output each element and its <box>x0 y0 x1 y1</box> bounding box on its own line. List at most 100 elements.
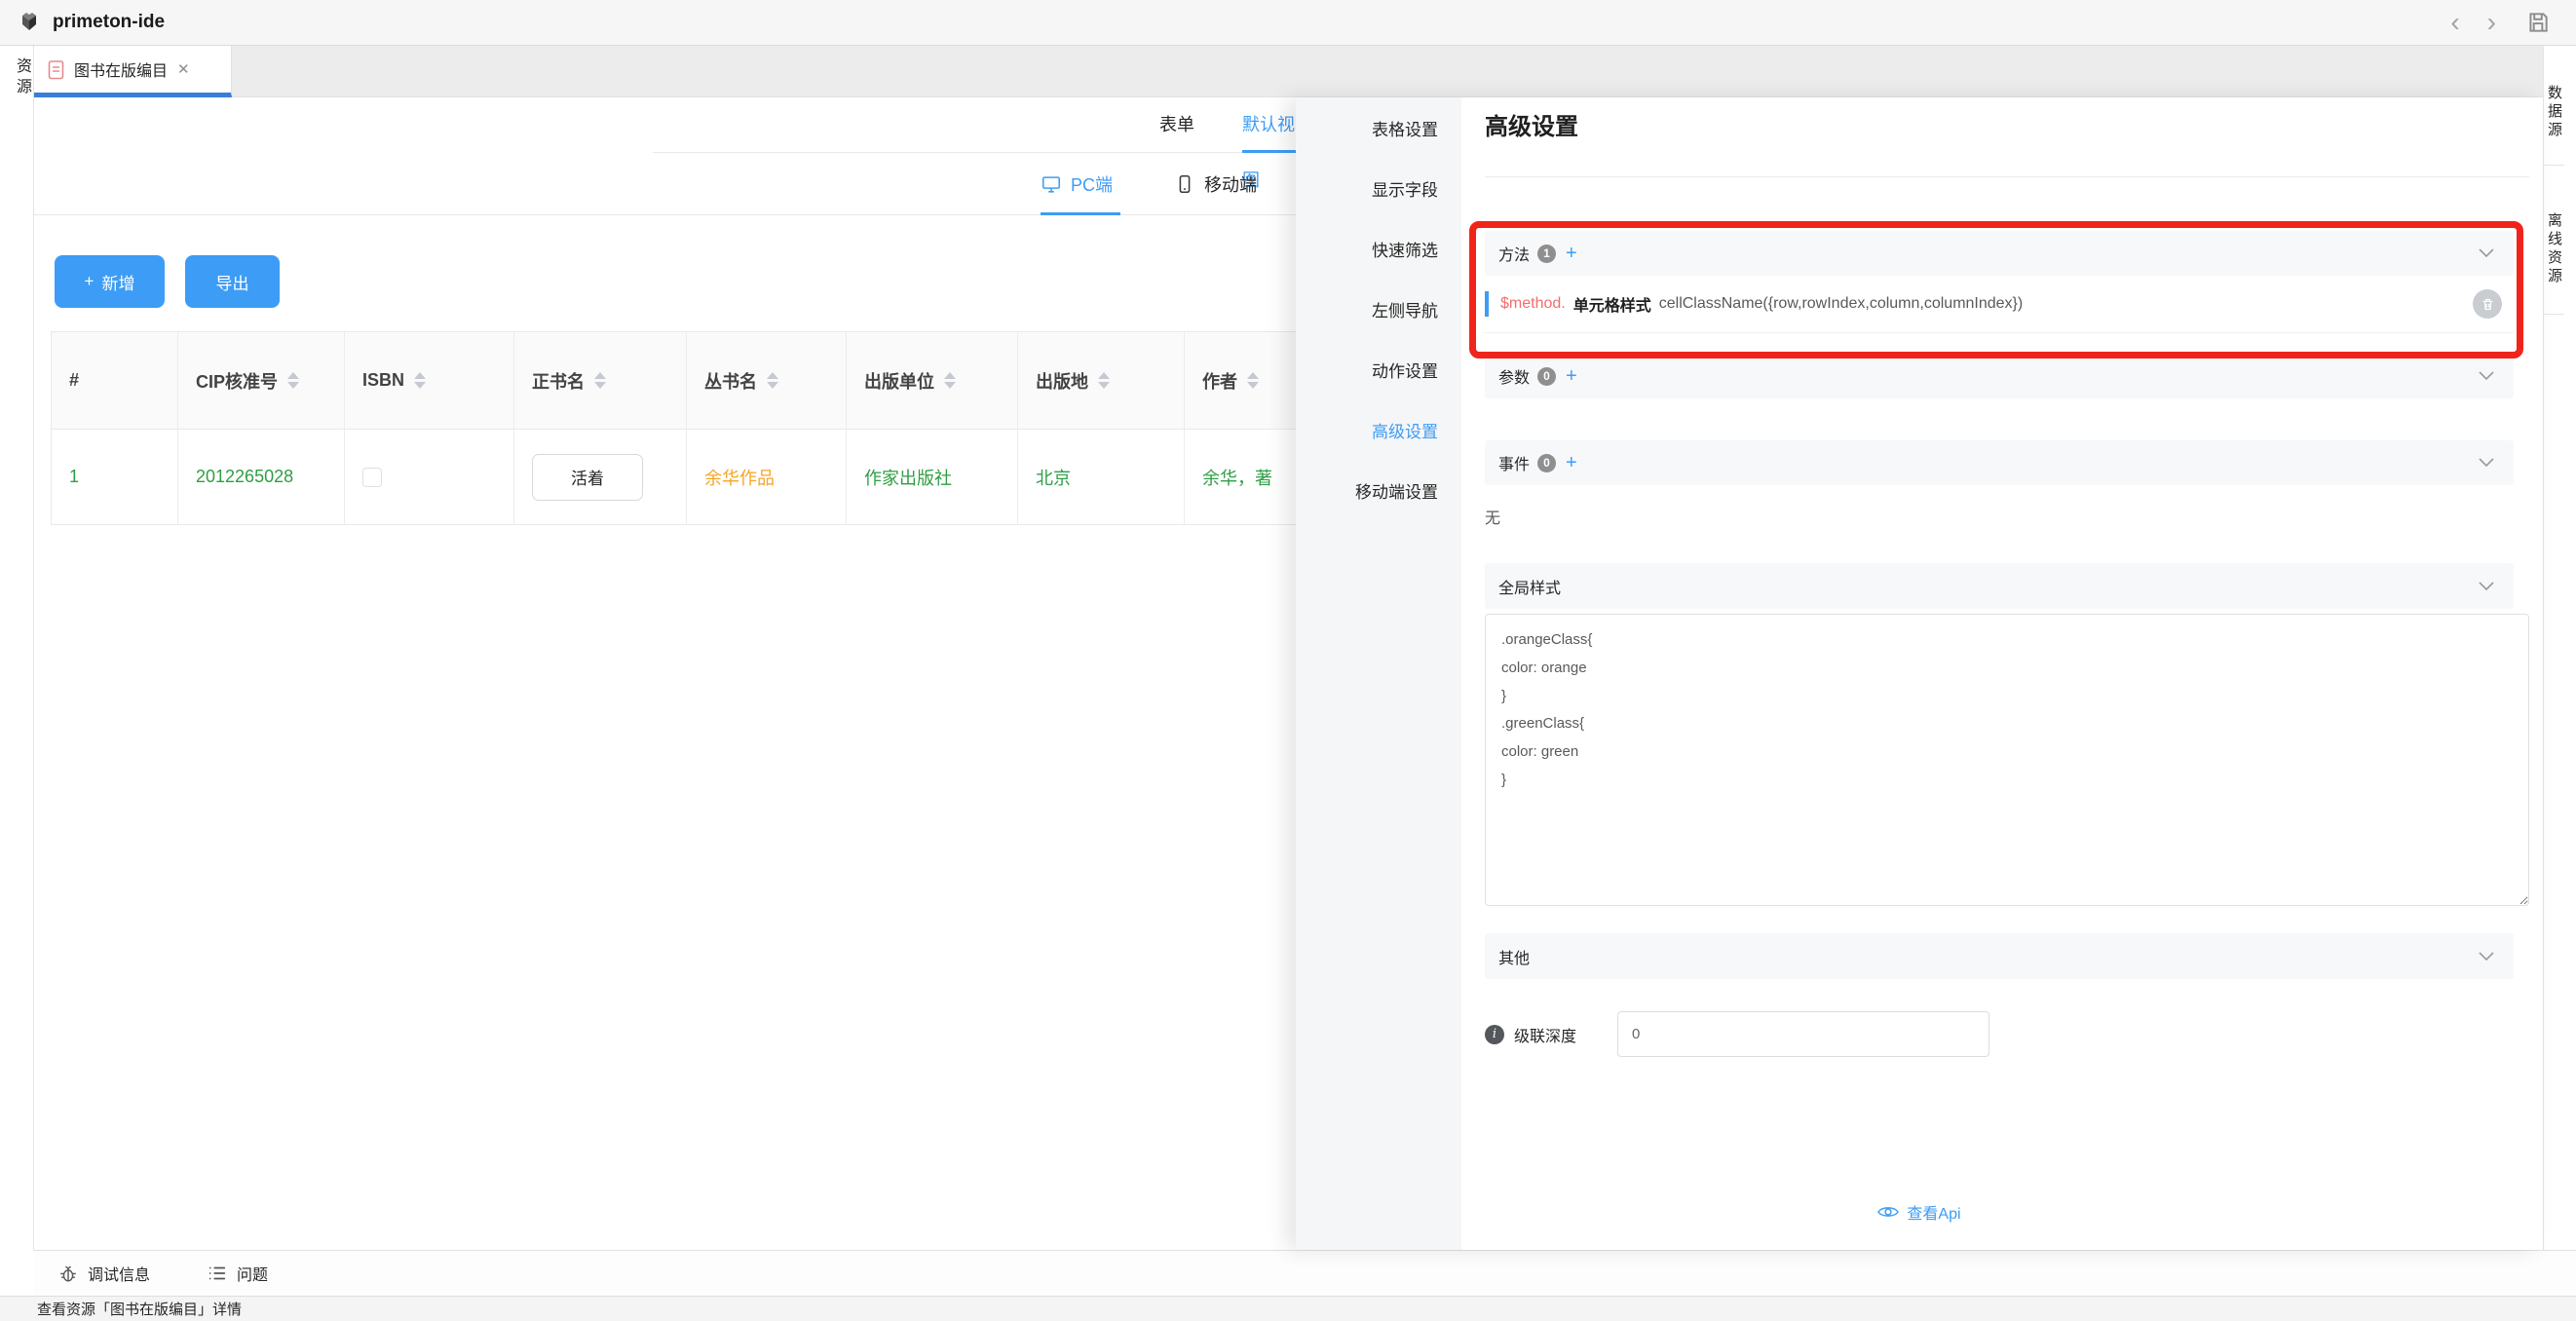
app-title: primeton-ide <box>53 12 165 33</box>
tab-title: 图书在版编目 <box>74 57 168 81</box>
app-logo-icon <box>16 9 43 36</box>
tab-form[interactable]: 表单 <box>1159 97 1194 153</box>
close-icon[interactable]: ✕ <box>177 60 190 78</box>
section-events[interactable]: 事件 0 + <box>1485 440 2514 485</box>
nav-item-table-settings[interactable]: 表格设置 <box>1296 97 1461 158</box>
column-header-isbn[interactable]: ISBN <box>345 332 514 429</box>
column-header-series[interactable]: 丛书名 <box>687 332 847 429</box>
nav-item-mobile-settings[interactable]: 移动端设置 <box>1296 460 1461 520</box>
column-header-publisher[interactable]: 出版单位 <box>847 332 1018 429</box>
page-title: 高级设置 <box>1485 107 1578 141</box>
view-tab-bar: 表单 默认视图 <box>34 97 1296 153</box>
column-header-place[interactable]: 出版地 <box>1018 332 1185 429</box>
sort-icon[interactable] <box>1247 372 1259 389</box>
tab-mobile-label: 移动端 <box>1204 171 1257 197</box>
events-count-badge: 0 <box>1537 454 1556 472</box>
title-input[interactable] <box>532 454 643 501</box>
sort-icon[interactable] <box>944 372 956 389</box>
primeton-ide-window: primeton-ide ‹ › 图书在版编目 ✕ 资源 <box>0 0 2576 1321</box>
eye-icon <box>1877 1204 1899 1220</box>
nav-item-advanced-settings[interactable]: 高级设置 <box>1296 399 1461 460</box>
save-icon[interactable] <box>2525 10 2551 35</box>
view-api-label: 查看Api <box>1907 1200 1960 1224</box>
nav-item-left-nav[interactable]: 左侧导航 <box>1296 279 1461 339</box>
nav-item-action-settings[interactable]: 动作设置 <box>1296 339 1461 399</box>
sort-icon[interactable] <box>594 372 606 389</box>
cell-title <box>514 430 687 524</box>
sort-icon[interactable] <box>767 372 778 389</box>
tab-pc-label: PC端 <box>1071 171 1113 197</box>
export-button-label: 导出 <box>216 270 249 294</box>
global-style-editor[interactable]: .orangeClass{ color: orange } .greenClas… <box>1485 614 2529 906</box>
section-params[interactable]: 参数 0 + <box>1485 354 2514 398</box>
method-name: 单元格样式 <box>1573 292 1651 316</box>
cascade-depth-label: 级联深度 <box>1514 1023 1576 1046</box>
tab-pc[interactable]: PC端 <box>1041 153 1113 214</box>
debug-info-button[interactable]: 调试信息 <box>57 1262 150 1285</box>
delete-method-button[interactable] <box>2473 289 2502 319</box>
right-rail: 数据源 离线资源 <box>2543 46 2576 1250</box>
document-tab-strip: 图书在版编目 ✕ <box>34 46 2543 97</box>
books-table: # CIP核准号 ISBN 正书名 丛书名 <box>51 331 1408 525</box>
monitor-icon <box>1041 173 1062 195</box>
nav-item-quick-filter[interactable]: 快速筛选 <box>1296 218 1461 279</box>
tab-mobile[interactable]: 移动端 <box>1174 153 1257 214</box>
plus-icon: + <box>85 272 95 291</box>
settings-nav: 表格设置 显示字段 快速筛选 左侧导航 动作设置 高级设置 移动端设置 <box>1296 97 1461 1250</box>
left-rail: 资源 <box>0 46 34 1250</box>
sort-icon[interactable] <box>1098 372 1110 389</box>
debug-info-label: 调试信息 <box>88 1262 150 1285</box>
sort-icon[interactable] <box>414 372 426 389</box>
cascade-depth-row: i 级联深度 <box>1485 1011 1989 1057</box>
sidebar-item-resources[interactable]: 资源 <box>0 57 33 98</box>
chevron-down-icon[interactable] <box>2479 458 2494 468</box>
add-event-button[interactable]: + <box>1566 452 1577 474</box>
problems-label: 问题 <box>237 1262 268 1285</box>
nav-item-display-fields[interactable]: 显示字段 <box>1296 158 1461 218</box>
column-header-index[interactable]: # <box>52 332 178 429</box>
forward-icon[interactable]: › <box>2474 9 2510 36</box>
chevron-down-icon[interactable] <box>2479 582 2494 591</box>
back-icon[interactable]: ‹ <box>2437 9 2473 36</box>
tab-default-view[interactable]: 默认视图 <box>1242 97 1296 153</box>
column-header-cip[interactable]: CIP核准号 <box>178 332 345 429</box>
column-header-title[interactable]: 正书名 <box>514 332 687 429</box>
add-method-button[interactable]: + <box>1566 243 1577 265</box>
sidebar-item-offline-resources[interactable]: 离线资源 <box>2544 166 2564 315</box>
cell-publisher: 作家出版社 <box>847 430 1018 524</box>
table-row: 1 2012265028 余华作品 作家出版社 北京 余华，著 <box>52 430 1407 524</box>
events-empty-text: 无 <box>1485 505 1500 528</box>
method-item-row[interactable]: $method. 单元格样式 cellClassName({row,rowInd… <box>1485 276 2514 333</box>
method-prefix: $method. <box>1500 295 1566 313</box>
isbn-checkbox[interactable] <box>362 468 382 487</box>
sidebar-item-datasource[interactable]: 数据源 <box>2544 46 2564 166</box>
chevron-down-icon[interactable] <box>2479 952 2494 962</box>
title-divider <box>1485 176 2529 177</box>
settings-panel: 表格设置 显示字段 快速筛选 左侧导航 动作设置 高级设置 移动端设置 高级设置… <box>1296 97 2543 1250</box>
tab-book-cip[interactable]: 图书在版编目 ✕ <box>34 46 232 97</box>
section-global-style[interactable]: 全局样式 <box>1485 563 2514 609</box>
advanced-settings-pane: 高级设置 方法 1 + $method. 单元格样式 cellClassName… <box>1461 97 2543 1250</box>
view-api-link[interactable]: 查看Api <box>1296 1200 2543 1224</box>
list-icon <box>207 1263 228 1284</box>
chevron-down-icon[interactable] <box>2479 371 2494 381</box>
phone-icon <box>1174 173 1195 195</box>
cell-cip: 2012265028 <box>178 430 345 524</box>
table-header-row: # CIP核准号 ISBN 正书名 丛书名 <box>52 332 1407 430</box>
section-methods[interactable]: 方法 1 + <box>1485 231 2514 276</box>
export-button[interactable]: 导出 <box>185 255 280 308</box>
chevron-down-icon[interactable] <box>2479 248 2494 258</box>
title-bar: primeton-ide ‹ › <box>0 0 2576 46</box>
add-button[interactable]: + 新增 <box>55 255 165 308</box>
cascade-depth-input[interactable] <box>1617 1011 1989 1057</box>
status-bar: 查看资源「图书在版编目」详情 <box>0 1296 2576 1321</box>
method-accent-bar <box>1485 291 1489 317</box>
params-count-badge: 0 <box>1537 367 1556 386</box>
problems-button[interactable]: 问题 <box>207 1262 268 1285</box>
method-signature: cellClassName({row,rowIndex,column,colum… <box>1659 295 2024 313</box>
section-other[interactable]: 其他 <box>1485 933 2514 979</box>
sort-icon[interactable] <box>287 372 299 389</box>
cell-isbn <box>345 430 514 524</box>
add-param-button[interactable]: + <box>1566 365 1577 388</box>
bug-icon <box>57 1263 79 1284</box>
